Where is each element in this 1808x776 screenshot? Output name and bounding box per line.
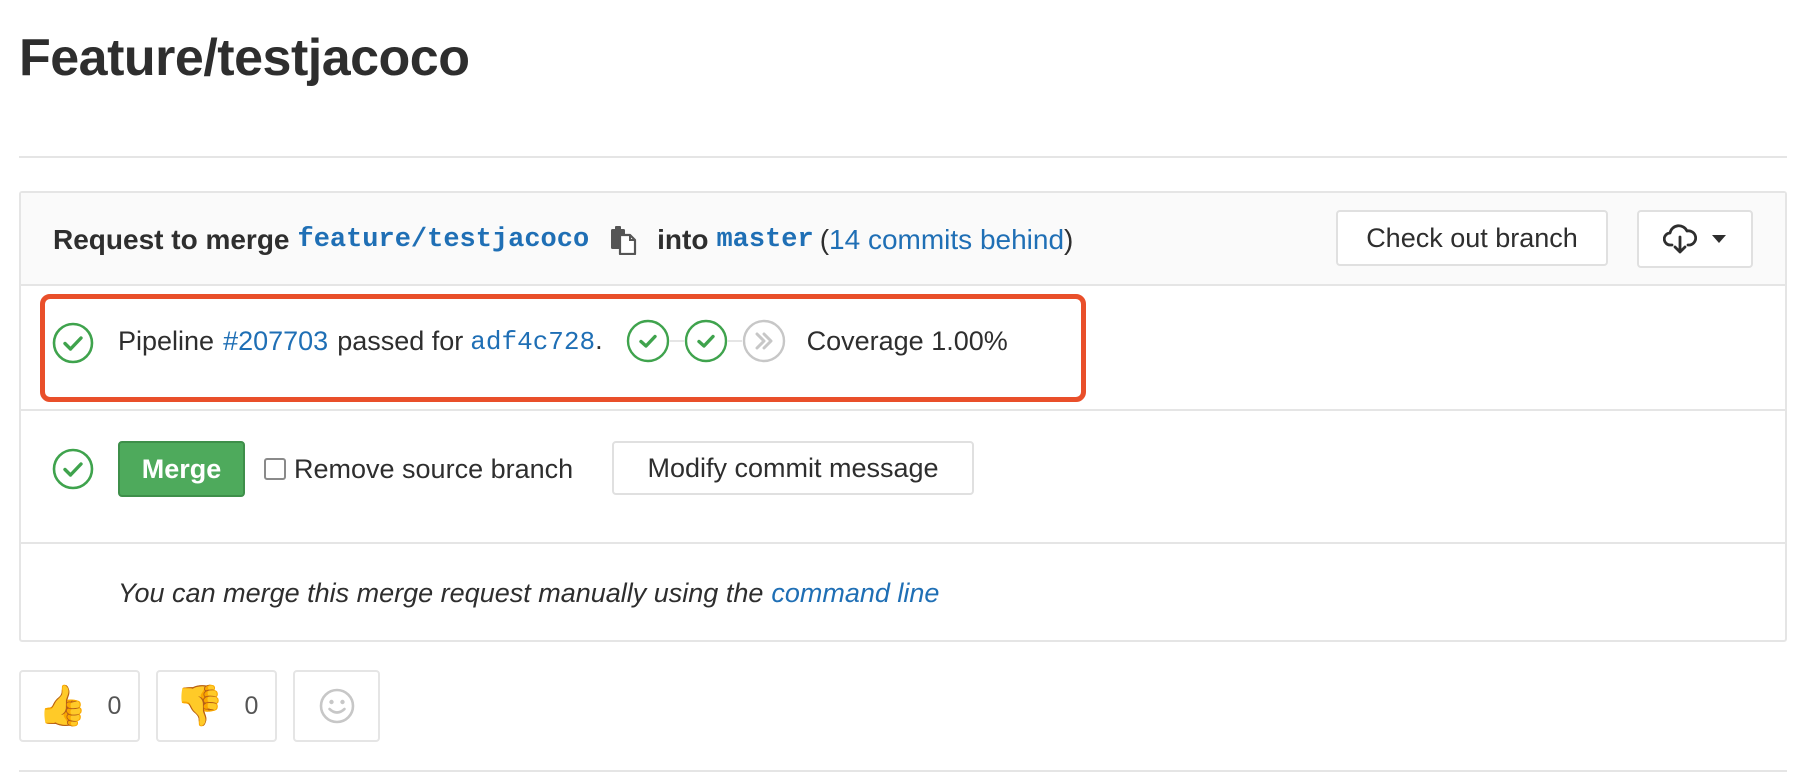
smiley-icon xyxy=(319,688,354,724)
thumbs-up-award-button[interactable]: 👍 0 xyxy=(19,670,140,742)
modify-commit-message-button[interactable]: Modify commit message xyxy=(612,441,974,495)
bottom-divider xyxy=(19,770,1787,772)
thumbs-up-icon: 👍 xyxy=(37,684,88,728)
request-to-merge-text: Request to merge xyxy=(53,223,290,255)
source-branch-link[interactable]: feature/testjacoco xyxy=(298,225,590,255)
thumbs-down-count: 0 xyxy=(244,691,259,720)
remove-source-branch-label: Remove source branch xyxy=(294,453,574,484)
caret-down-icon xyxy=(1712,235,1726,243)
coverage-text: Coverage 1.00% xyxy=(806,325,1008,356)
manual-merge-description: You can merge this merge request manuall… xyxy=(118,577,764,608)
title-divider xyxy=(19,156,1787,158)
download-dropdown-button[interactable] xyxy=(1637,210,1753,268)
pipeline-id-link[interactable]: #207703 xyxy=(223,326,328,357)
merge-request-widget: Request to merge feature/testjacoco into… xyxy=(19,191,1787,642)
pipeline-prefix: Pipeline xyxy=(118,325,215,356)
copy-branch-button[interactable] xyxy=(609,225,637,255)
merge-row: Merge Remove source branch Modify commit… xyxy=(21,411,1785,544)
thumbs-down-award-button[interactable]: 👎 0 xyxy=(156,670,277,742)
stage-success-icon[interactable] xyxy=(626,319,670,363)
thumbs-up-count: 0 xyxy=(107,691,122,720)
manual-merge-row: You can merge this merge request manuall… xyxy=(21,544,1785,642)
cloud-download-icon xyxy=(1663,224,1697,254)
page-title: Feature/testjacoco xyxy=(19,29,470,87)
pipeline-row: Pipeline #207703 passed for adf4c728. Co… xyxy=(21,286,1785,411)
merge-button[interactable]: Merge xyxy=(118,441,245,497)
copy-to-clipboard-icon xyxy=(611,225,637,255)
commits-behind-link[interactable]: 14 commits behind xyxy=(829,224,1064,255)
mr-source-line: Request to merge feature/testjacoco into… xyxy=(53,193,1073,286)
paren-close: ) xyxy=(1064,223,1074,255)
mr-widget-header: Request to merge feature/testjacoco into… xyxy=(21,193,1785,286)
target-branch-link[interactable]: master xyxy=(716,225,813,255)
stage-connector xyxy=(727,340,742,342)
stage-skipped-icon[interactable] xyxy=(742,319,786,363)
manual-merge-text: You can merge this merge request manuall… xyxy=(118,544,939,642)
stage-connector xyxy=(669,340,684,342)
pipeline-stages xyxy=(626,319,786,363)
stage-success-icon[interactable] xyxy=(684,319,728,363)
thumbs-down-icon: 👎 xyxy=(174,684,225,728)
pipeline-period: . xyxy=(595,325,603,355)
status-success-icon xyxy=(52,448,94,490)
paren-open: ( xyxy=(819,223,830,255)
command-line-link[interactable]: command line xyxy=(771,578,939,609)
commit-sha-link[interactable]: adf4c728 xyxy=(470,327,595,357)
remove-source-branch-checkbox[interactable] xyxy=(264,458,286,480)
status-success-icon[interactable] xyxy=(52,322,94,364)
pipeline-status-text: Pipeline #207703 passed for adf4c728. Co… xyxy=(118,314,1008,368)
pipeline-passed-for: passed for xyxy=(337,325,464,356)
add-reaction-button[interactable] xyxy=(293,670,380,742)
remove-source-branch-option[interactable]: Remove source branch xyxy=(264,441,573,497)
into-text: into xyxy=(657,223,709,255)
check-out-branch-button[interactable]: Check out branch xyxy=(1336,210,1608,266)
